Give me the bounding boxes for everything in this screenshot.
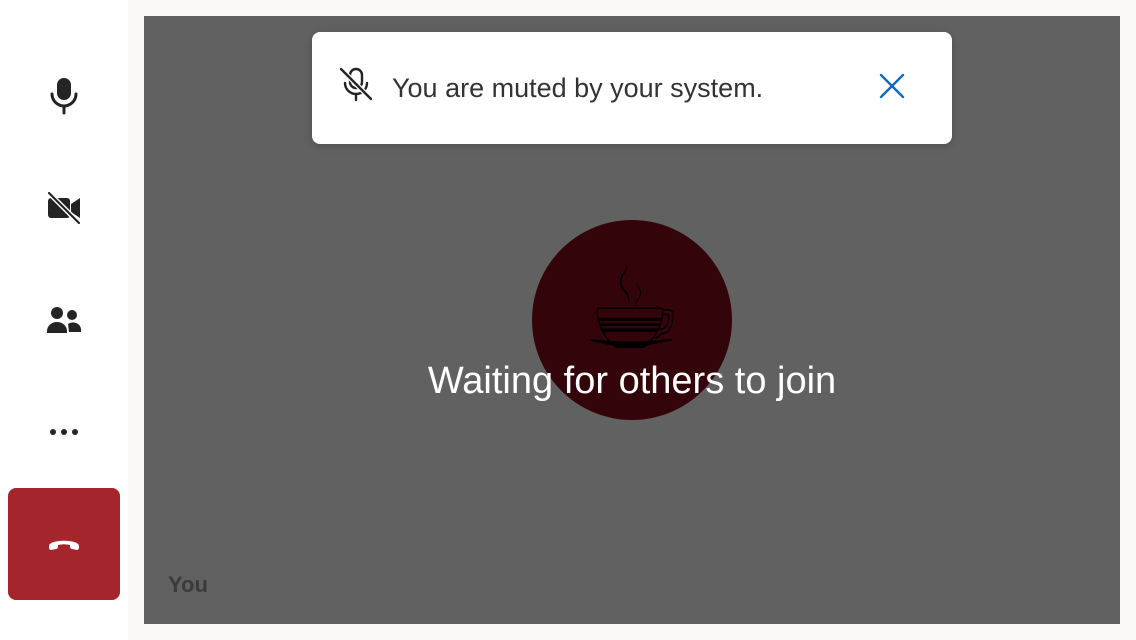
- mic-off-icon: [336, 64, 376, 104]
- camera-off-icon: [46, 190, 82, 226]
- call-controls-sidebar: [0, 0, 128, 640]
- more-options-icon: [49, 428, 79, 436]
- more-options-button[interactable]: [8, 376, 120, 488]
- microphone-button[interactable]: [8, 40, 120, 152]
- hang-up-icon: [47, 536, 81, 552]
- muted-notification: You are muted by your system.: [312, 32, 952, 144]
- close-notification-button[interactable]: [872, 68, 912, 108]
- notification-message: You are muted by your system.: [392, 73, 764, 103]
- hang-up-button[interactable]: [8, 488, 120, 600]
- people-icon: [46, 305, 82, 335]
- coffee-avatar-icon: ☕: [581, 245, 683, 375]
- microphone-icon: [48, 76, 80, 116]
- camera-button[interactable]: [8, 152, 120, 264]
- waiting-status: Waiting for others to join: [427, 360, 837, 402]
- self-participant-label: You: [168, 572, 208, 597]
- participants-button[interactable]: [8, 264, 120, 376]
- video-stage: You are muted by your system. ☕ Waiting …: [144, 16, 1120, 624]
- close-icon: [879, 73, 905, 104]
